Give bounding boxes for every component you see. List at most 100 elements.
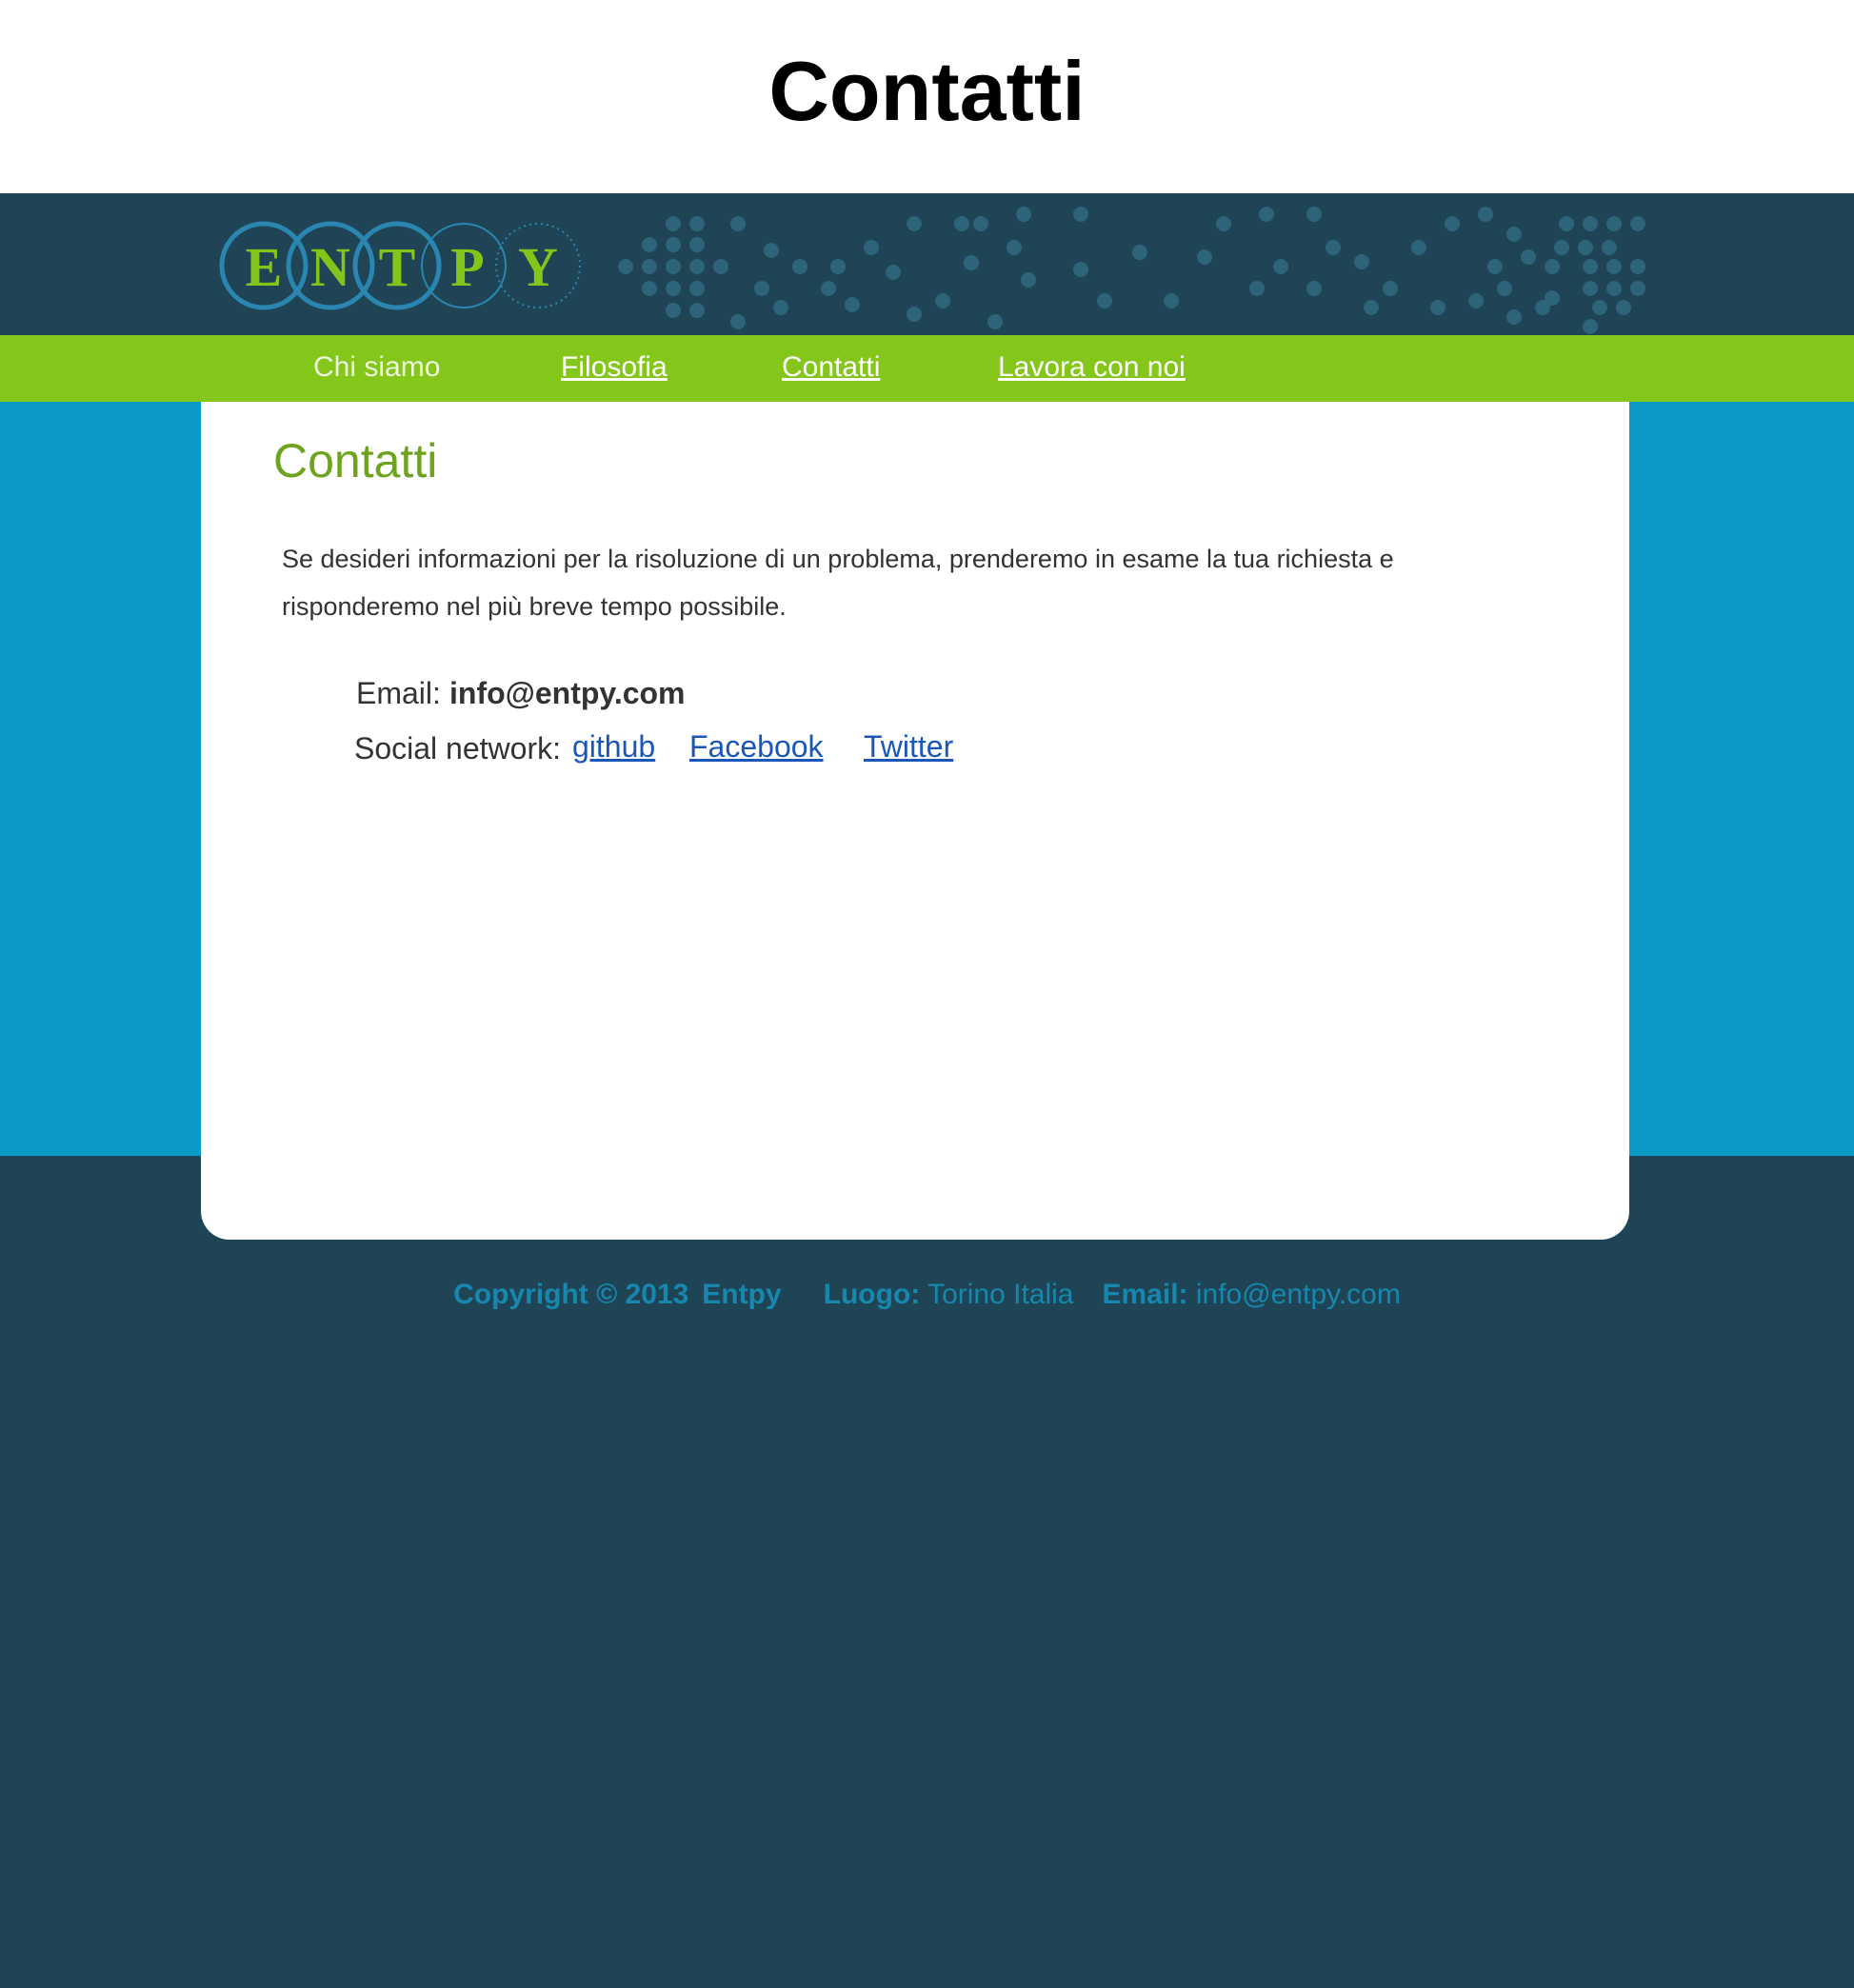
decorative-dot [886,265,901,280]
decorative-dot [642,281,657,296]
decorative-dot [1606,259,1622,274]
site-footer: Copyright © 2013 Entpy Luogo: Torino Itali… [0,1276,1854,1314]
decorative-dot [792,259,807,274]
decorative-dot [1132,245,1147,260]
footer-email-value: info@entpy.com [1195,1279,1401,1310]
page-heading-band: Contatti [0,0,1854,193]
decorative-dot [1073,207,1088,222]
decorative-dot [1073,262,1088,277]
decorative-dot [1545,259,1560,274]
decorative-dot [1506,227,1522,242]
decorative-dot [666,259,681,274]
decorative-dot [1497,281,1512,296]
decorative-dot [1606,281,1622,296]
decorative-dot [1383,281,1398,296]
decorative-dot [907,216,922,231]
intro-paragraph: Se desideri informazioni per la risoluzi… [282,545,1394,621]
decorative-dot [935,293,950,308]
decorative-dot [1506,309,1522,325]
decorative-dot [1583,216,1598,231]
decorative-dot [689,237,705,252]
decorative-dot [864,240,879,255]
decorative-dot [1216,216,1231,231]
decorative-dot [1445,216,1460,231]
decorative-dot [1197,249,1212,265]
decorative-dot [689,281,705,296]
decorative-dot [1478,207,1493,222]
decorative-dot [689,259,705,274]
decorative-dot [1602,240,1617,255]
logo-letter: T [379,236,416,298]
decorative-dot [666,303,681,318]
content-panel: Contatti Se desideri informazioni per la… [201,402,1629,1240]
footer-location-label: Luogo: [823,1279,921,1310]
decorative-dot [821,281,836,296]
decorative-dot [1559,216,1574,231]
decorative-dot [1616,300,1631,315]
decorative-dot [1259,207,1274,222]
footer-copyright: Copyright © 2013 [453,1279,689,1310]
site-header: E N T P Y [0,193,1854,335]
decorative-dot [1468,293,1484,308]
decorative-dot [642,259,657,274]
decorative-dot [1164,293,1179,308]
nav-item-lavora-con-noi[interactable]: Lavora con noi [998,350,1186,385]
decorative-dot [689,216,705,231]
logo-letter: E [246,236,283,298]
decorative-dot [713,259,728,274]
decorative-dot [1007,240,1022,255]
decorative-dot [773,300,788,315]
decorative-dot [907,307,922,322]
decorative-dot [1306,281,1322,296]
decorative-dot [964,255,979,270]
nav-item-chi-siamo[interactable]: Chi siamo [313,350,440,385]
decorative-dot [1583,259,1598,274]
decorative-dot [1554,240,1569,255]
decorative-dot [1411,240,1426,255]
decorative-dot [987,314,1003,329]
email-value: info@entpy.com [449,676,686,710]
logo-letter: N [310,236,350,298]
email-label: Email: [356,676,441,710]
decorative-dot [730,314,746,329]
logo-letter: P [450,236,484,298]
entpy-logo[interactable]: E N T P Y [219,218,590,313]
decorative-dot [830,259,846,274]
decorative-dot [1354,254,1369,269]
decorative-dot [1097,293,1112,308]
decorative-dot [1430,300,1445,315]
decorative-dot [642,237,657,252]
decorative-dot [666,216,681,231]
main-nav: Chi siamo Filosofia Contatti Lavora con … [0,335,1854,402]
decorative-dot [1487,259,1503,274]
decorative-dot [845,297,860,312]
decorative-dot [1592,300,1607,315]
decorative-dot [1021,272,1036,288]
decorative-dot-pattern [618,207,1645,334]
github-link[interactable]: github [572,727,655,765]
decorative-dot [754,281,769,296]
content-title: Contatti [273,434,438,487]
footer-email-label: Email: [1102,1279,1188,1310]
decorative-dot [1606,216,1622,231]
decorative-dot [1016,207,1031,222]
logo-letter: Y [518,236,558,298]
decorative-dot [1583,319,1598,334]
nav-item-contatti[interactable]: Contatti [782,350,880,385]
decorative-dot [1326,240,1341,255]
decorative-dot [1364,300,1379,315]
decorative-dot [1273,259,1288,274]
decorative-dot [1545,290,1560,306]
nav-item-filosofia[interactable]: Filosofia [561,350,668,385]
decorative-dot [1630,259,1645,274]
facebook-link[interactable]: Facebook [689,727,824,765]
decorative-dot [618,259,633,274]
decorative-dot [764,243,779,258]
decorative-dot [1630,281,1645,296]
social-network-label: Social network: [354,731,561,765]
footer-location-value: Torino Italia [927,1279,1074,1310]
twitter-link[interactable]: Twitter [864,727,953,765]
decorative-dot [973,216,988,231]
decorative-dot [1578,240,1593,255]
decorative-dot [1249,281,1265,296]
